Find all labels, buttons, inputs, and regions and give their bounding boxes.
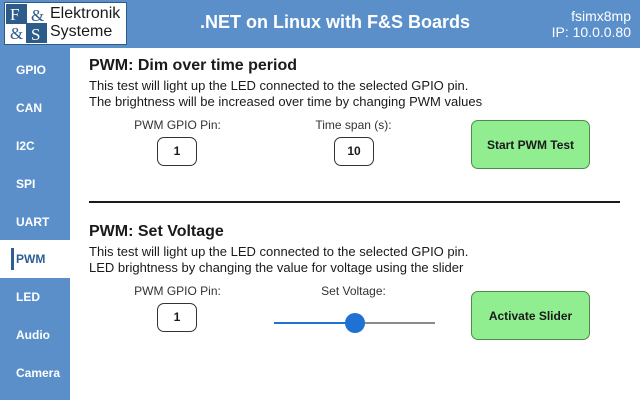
logo-text-elektronik: Elektronik xyxy=(50,5,121,22)
sidebar-item-can[interactable]: CAN xyxy=(0,89,70,127)
pwm-dim-pin-input[interactable]: 1 xyxy=(157,137,197,166)
fs-logo: F & & S Elektronik Systeme xyxy=(4,2,127,45)
sidebar-item-i2c[interactable]: I2C xyxy=(0,127,70,165)
pwm-timespan-input[interactable]: 10 xyxy=(334,137,374,166)
voltage-slider-track xyxy=(354,322,435,324)
svg-text:&: & xyxy=(31,6,44,25)
sidebar-item-pwm[interactable]: PWM xyxy=(0,240,70,278)
svg-text:F: F xyxy=(10,5,19,24)
logo-text-systeme: Systeme xyxy=(50,23,113,40)
pwm-dim-desc-1: This test will light up the LED connecte… xyxy=(89,78,469,93)
pwm-dim-title: PWM: Dim over time period xyxy=(89,57,298,74)
start-pwm-test-button[interactable]: Start PWM Test xyxy=(471,120,590,169)
pwm-dim-desc-2: The brightness will be increased over ti… xyxy=(89,94,483,109)
sidebar-item-gpio[interactable]: GPIO xyxy=(0,51,70,89)
voltage-slider-thumb[interactable] xyxy=(344,313,365,333)
pwm-voltage-title: PWM: Set Voltage xyxy=(89,223,224,240)
voltage-slider-fill xyxy=(274,322,355,324)
ip-label: IP: xyxy=(551,24,569,40)
sidebar-item-audio[interactable]: Audio xyxy=(0,316,70,354)
voltage-slider[interactable] xyxy=(274,312,435,334)
set-voltage-label: Set Voltage: xyxy=(321,284,386,298)
pwm-dim-pin-label: PWM GPIO Pin: xyxy=(134,118,221,132)
sidebar-nav: GPIO CAN I2C SPI UART PWM LED Audio Came… xyxy=(0,48,70,400)
svg-text:S: S xyxy=(31,25,40,43)
sidebar-item-led[interactable]: LED xyxy=(0,278,70,316)
section-divider xyxy=(89,201,620,203)
hostname: fsimx8mp xyxy=(571,8,631,24)
app-header: F & & S Elektronik Systeme .NET on Linux… xyxy=(0,0,640,48)
fs-logo-icon: F & & S xyxy=(6,4,47,43)
pwm-timespan-label: Time span (s): xyxy=(315,118,392,132)
ip-address: IP: 10.0.0.80 xyxy=(552,24,631,40)
pwm-voltage-pin-label: PWM GPIO Pin: xyxy=(134,284,221,298)
pwm-voltage-pin-input[interactable]: 1 xyxy=(157,303,197,332)
pwm-voltage-desc-2: LED brightness by changing the value for… xyxy=(89,260,464,275)
svg-text:&: & xyxy=(10,24,23,43)
sidebar-item-uart[interactable]: UART xyxy=(0,203,70,241)
sidebar-item-camera[interactable]: Camera xyxy=(0,354,70,392)
pwm-voltage-desc-1: This test will light up the LED connecte… xyxy=(89,244,469,259)
activate-slider-button[interactable]: Activate Slider xyxy=(471,291,590,340)
ip-value: 10.0.0.80 xyxy=(572,24,631,40)
sidebar-item-spi[interactable]: SPI xyxy=(0,165,70,203)
app-title: .NET on Linux with F&S Boards xyxy=(200,12,470,32)
